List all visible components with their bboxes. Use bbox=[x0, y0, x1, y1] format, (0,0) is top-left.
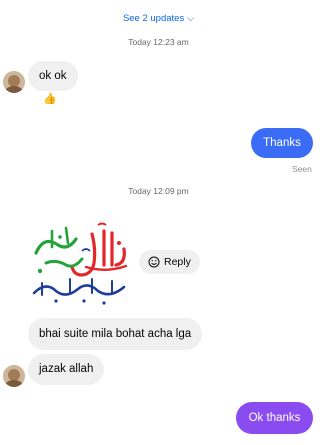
message-text: Thanks bbox=[263, 137, 301, 149]
salam-sticker-image[interactable] bbox=[26, 219, 134, 309]
see-updates-link[interactable]: See 2 updates ⌵ bbox=[0, 13, 317, 24]
message-bubble-incoming[interactable]: jazak allah bbox=[28, 354, 105, 385]
avatar[interactable] bbox=[3, 71, 25, 93]
timestamp-divider: Today 12:23 am bbox=[128, 37, 189, 47]
avatar[interactable] bbox=[3, 365, 25, 387]
see-updates-label[interactable]: See 2 updates bbox=[123, 13, 184, 24]
avatar-image bbox=[3, 71, 25, 93]
thumbs-up-reaction-icon[interactable]: 👍 bbox=[43, 92, 57, 105]
message-bubble-incoming[interactable]: ok ok bbox=[28, 61, 78, 91]
message-text: bhai suite mila bohat acha lga bbox=[39, 328, 192, 340]
message-text: ok ok bbox=[39, 70, 67, 82]
avatar-image bbox=[3, 365, 25, 387]
message-text: Ok thanks bbox=[248, 412, 301, 424]
message-bubble-outgoing[interactable]: Ok thanks bbox=[236, 402, 313, 434]
reply-button[interactable]: Reply bbox=[139, 250, 200, 274]
timestamp-divider: Today 12:09 pm bbox=[128, 186, 189, 196]
salam-calligraphy-icon bbox=[32, 222, 128, 305]
message-bubble-incoming[interactable]: bhai suite mila bohat acha lga bbox=[28, 318, 203, 350]
smiley-icon bbox=[148, 256, 160, 268]
reply-label: Reply bbox=[164, 256, 191, 268]
seen-indicator: Seen bbox=[292, 164, 312, 174]
message-text: jazak allah bbox=[39, 363, 94, 375]
chevron-down-icon[interactable]: ⌵ bbox=[187, 13, 194, 24]
message-bubble-outgoing[interactable]: Thanks bbox=[251, 128, 313, 158]
